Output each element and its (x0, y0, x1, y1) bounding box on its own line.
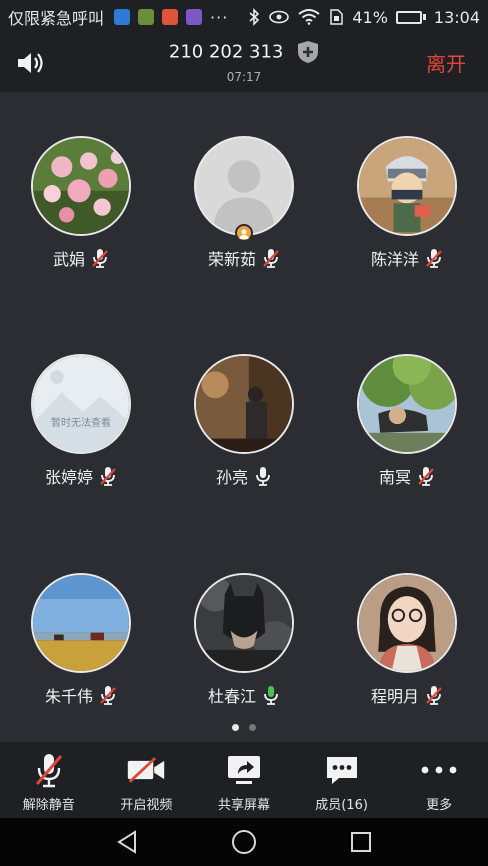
participant-name: 陈洋洋 (370, 250, 419, 269)
default-person-icon (196, 138, 292, 234)
avatar (357, 136, 457, 236)
app-notification-icon (162, 9, 179, 25)
video-off-icon (128, 757, 165, 783)
more-label: 更多 (426, 798, 453, 813)
app-notification-icon (138, 9, 155, 25)
status-bar: 仅限紧急呼叫 ··· 41% 13:04 (0, 0, 488, 34)
unmute-label: 解除静音 (22, 798, 75, 813)
meeting-toolbar: 解除静音 开启视频 共享屏幕 成员(16) 更多 (0, 742, 488, 818)
mic-muted-icon (426, 686, 442, 705)
app-notification-icon (186, 9, 203, 25)
meeting-timer: 07:17 (226, 70, 262, 84)
bluetooth-icon (249, 8, 260, 26)
leave-button[interactable]: 离开 (426, 48, 466, 77)
page-dot[interactable] (249, 724, 256, 731)
participant-name: 程明月 (370, 687, 419, 706)
security-shield-icon[interactable] (297, 40, 319, 64)
more-button[interactable]: 更多 (390, 742, 488, 818)
mic-speaking-icon (264, 686, 278, 705)
start-video-label: 开启视频 (120, 798, 173, 813)
participant-name: 武娟 (52, 250, 85, 269)
mic-muted-icon (100, 686, 116, 705)
carrier-text: 仅限紧急呼叫 (8, 9, 105, 28)
mic-muted-icon (35, 754, 62, 788)
participant-name: 荣新茹 (207, 250, 256, 269)
share-screen-icon (227, 756, 260, 784)
participant-name: 南冥 (378, 468, 411, 487)
participant-tile[interactable]: 杜春江 (163, 573, 325, 707)
participant-tile[interactable]: 荣新茹 (163, 136, 325, 270)
home-icon[interactable] (230, 828, 258, 856)
avatar (194, 136, 294, 236)
wifi-icon (298, 9, 320, 25)
mic-muted-icon (263, 249, 279, 268)
avatar: 暂时无法查看 (31, 354, 131, 454)
avatar (357, 354, 457, 454)
mic-muted-icon (92, 249, 108, 268)
landscape-photo (33, 575, 129, 671)
participant-tile[interactable]: 程明月 (326, 573, 488, 707)
image-unavailable-placeholder (33, 356, 129, 452)
participant-name: 杜春江 (207, 687, 256, 706)
participant-name: 张婷婷 (44, 468, 93, 487)
participant-tile[interactable]: 朱千伟 (0, 573, 162, 707)
host-badge-icon (235, 224, 253, 242)
tree-photo (359, 356, 455, 452)
meeting-id: 210 202 313 (168, 41, 284, 63)
eye-icon (269, 10, 290, 24)
unmute-button[interactable]: 解除静音 (0, 742, 98, 818)
participant-tile[interactable]: 暂时无法查看 张婷婷 (0, 354, 162, 488)
share-screen-label: 共享屏幕 (217, 798, 270, 813)
battery-icon (395, 10, 426, 24)
participant-tile[interactable]: 武娟 (0, 136, 162, 270)
mic-icon (256, 467, 270, 486)
app-notification-icon (114, 9, 131, 25)
woman-glasses-photo (359, 575, 455, 671)
batman-photo (196, 575, 292, 671)
roses-photo (33, 138, 129, 234)
more-notifications-icon: ··· (210, 7, 229, 27)
battery-percent: 41% (352, 7, 388, 27)
recents-icon[interactable] (349, 830, 373, 854)
participant-name: 孙亮 (215, 468, 248, 487)
system-nav-bar (0, 818, 488, 866)
members-button[interactable]: 成员(16) (293, 742, 391, 818)
participant-name: 朱千伟 (44, 687, 93, 706)
start-video-button[interactable]: 开启视频 (98, 742, 196, 818)
meeting-id-row[interactable]: 210 202 313 (0, 40, 488, 64)
participant-tile[interactable]: 南冥 (326, 354, 488, 488)
avatar (357, 573, 457, 673)
members-chat-icon (326, 757, 357, 784)
share-screen-button[interactable]: 共享屏幕 (195, 742, 293, 818)
dark-photo (196, 356, 292, 452)
sim-icon (330, 9, 344, 25)
mic-muted-icon (426, 249, 442, 268)
avatar (31, 573, 131, 673)
participant-tile[interactable]: 孙亮 (163, 354, 325, 488)
anime-character-photo (359, 138, 455, 234)
participant-tile[interactable]: 陈洋洋 (326, 136, 488, 270)
back-icon[interactable] (115, 829, 139, 855)
meeting-header: 210 202 313 07:17 离开 (0, 34, 488, 92)
avatar-caption: 暂时无法查看 (51, 418, 111, 429)
members-label: 成员(16) (315, 798, 368, 813)
page-indicator[interactable] (0, 724, 488, 731)
avatar (194, 573, 294, 673)
mic-muted-icon (100, 467, 116, 486)
avatar (194, 354, 294, 454)
avatar (31, 136, 131, 236)
page-dot[interactable] (232, 724, 239, 731)
mic-muted-icon (418, 467, 434, 486)
more-dots-icon (421, 766, 457, 774)
clock: 13:04 (433, 7, 480, 27)
